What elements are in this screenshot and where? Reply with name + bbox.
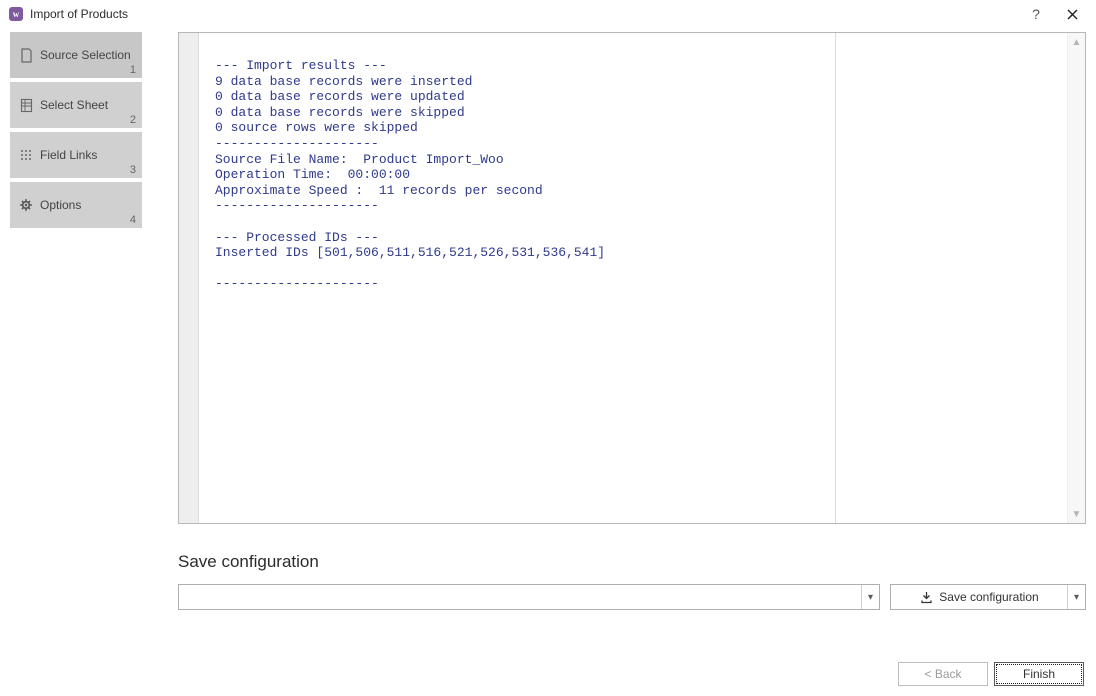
step-select-sheet[interactable]: Select Sheet 2 [10, 82, 142, 128]
chevron-down-icon[interactable]: ▾ [861, 585, 879, 609]
step-options[interactable]: Options 4 [10, 182, 142, 228]
configuration-name-combo[interactable]: ▾ [178, 584, 880, 610]
step-number: 4 [130, 214, 136, 226]
finish-button[interactable]: Finish [994, 662, 1084, 686]
save-configuration-button-label: Save configuration [939, 590, 1038, 604]
step-field-links[interactable]: Field Links 3 [10, 132, 142, 178]
document-icon [18, 47, 34, 63]
gear-icon [18, 197, 34, 213]
scroll-up-icon[interactable]: ▲ [1068, 33, 1085, 51]
window-title: Import of Products [30, 7, 128, 21]
dialog-footer: < Back Finish [0, 662, 1096, 696]
save-configuration-split-button: Save configuration ▾ [890, 584, 1086, 610]
results-panel: --- Import results --- 9 data base recor… [178, 32, 1086, 524]
save-configuration-section: Save configuration ▾ Save configuration [178, 552, 1086, 610]
results-gutter [179, 33, 199, 523]
step-label: Source Selection [40, 48, 134, 62]
app-icon: w [8, 6, 24, 22]
scroll-down-icon[interactable]: ▼ [1068, 505, 1085, 523]
step-number: 3 [130, 164, 136, 176]
close-button[interactable] [1054, 2, 1090, 26]
save-configuration-button[interactable]: Save configuration [891, 585, 1067, 609]
step-number: 1 [130, 64, 136, 76]
step-label: Field Links [40, 148, 134, 162]
import-products-dialog: w Import of Products ? Source Selection … [0, 0, 1096, 696]
results-side-panel [835, 33, 1067, 523]
wizard-steps: Source Selection 1 Select Sheet 2 [10, 32, 142, 652]
back-button[interactable]: < Back [898, 662, 988, 686]
import-results-log[interactable]: --- Import results --- 9 data base recor… [199, 46, 835, 510]
help-button[interactable]: ? [1018, 2, 1054, 26]
scrollbar[interactable]: ▲ ▼ [1067, 33, 1085, 523]
download-icon [919, 590, 933, 604]
step-label: Options [40, 198, 134, 212]
titlebar: w Import of Products ? [0, 0, 1096, 28]
step-source-selection[interactable]: Source Selection 1 [10, 32, 142, 78]
save-configuration-label: Save configuration [178, 552, 1086, 572]
links-icon [18, 147, 34, 163]
sheet-icon [18, 97, 34, 113]
svg-text:w: w [13, 9, 20, 19]
step-label: Select Sheet [40, 98, 134, 112]
chevron-down-icon[interactable]: ▾ [1067, 585, 1085, 609]
step-number: 2 [130, 114, 136, 126]
